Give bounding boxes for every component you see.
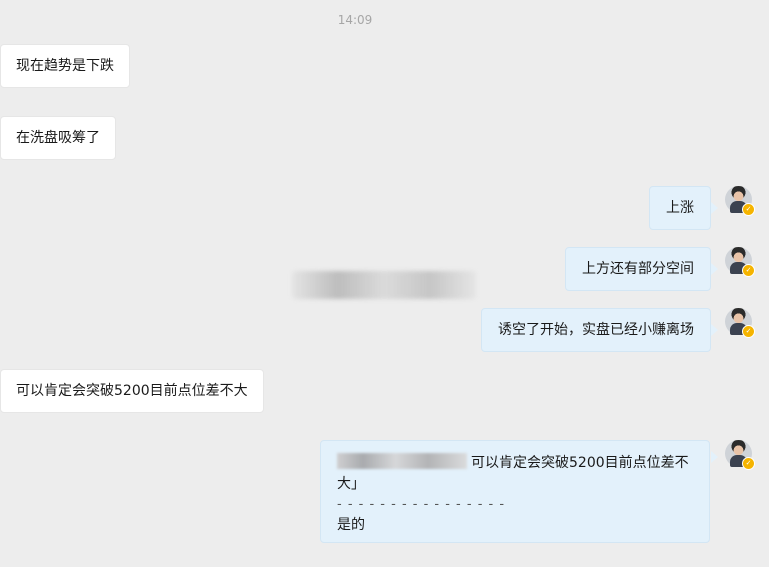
- bubble-tail: [711, 263, 718, 275]
- verified-badge-icon: ✓: [742, 325, 755, 338]
- bubble-tail: [711, 451, 718, 463]
- bubble-tail: [711, 324, 718, 336]
- message-bubble-outgoing[interactable]: 上方还有部分空间: [565, 247, 711, 291]
- message-bubble-incoming[interactable]: 在洗盘吸筹了: [0, 116, 116, 160]
- message-timestamp: 14:09: [337, 13, 373, 27]
- bubble-tail: [711, 202, 718, 214]
- user-avatar[interactable]: ✓: [725, 247, 755, 277]
- message-bubble-incoming[interactable]: 可以肯定会突破5200目前点位差不大: [0, 369, 264, 413]
- quoted-message: 可以肯定会突破5200目前点位差不大」: [337, 453, 695, 495]
- redacted-sender-name: [337, 453, 467, 469]
- message-bubble-outgoing[interactable]: 上涨: [649, 186, 711, 230]
- quote-divider: - - - - - - - - - - - - - - - -: [337, 497, 506, 512]
- verified-badge-icon: ✓: [742, 264, 755, 277]
- redacted-content: [292, 271, 476, 299]
- message-bubble-quote-reply[interactable]: 可以肯定会突破5200目前点位差不大」 - - - - - - - - - - …: [320, 440, 710, 543]
- message-bubble-incoming[interactable]: 现在趋势是下跌: [0, 44, 130, 88]
- chat-window: 14:09 现在趋势是下跌 在洗盘吸筹了 上涨 ✓ 上方还有部分空间 ✓ 诱空了…: [0, 0, 769, 567]
- user-avatar[interactable]: ✓: [725, 308, 755, 338]
- user-avatar[interactable]: ✓: [725, 186, 755, 216]
- message-bubble-outgoing[interactable]: 诱空了开始，实盘已经小赚离场: [481, 308, 711, 352]
- verified-badge-icon: ✓: [742, 457, 755, 470]
- verified-badge-icon: ✓: [742, 203, 755, 216]
- reply-text: 是的: [337, 517, 365, 533]
- user-avatar[interactable]: ✓: [725, 440, 755, 470]
